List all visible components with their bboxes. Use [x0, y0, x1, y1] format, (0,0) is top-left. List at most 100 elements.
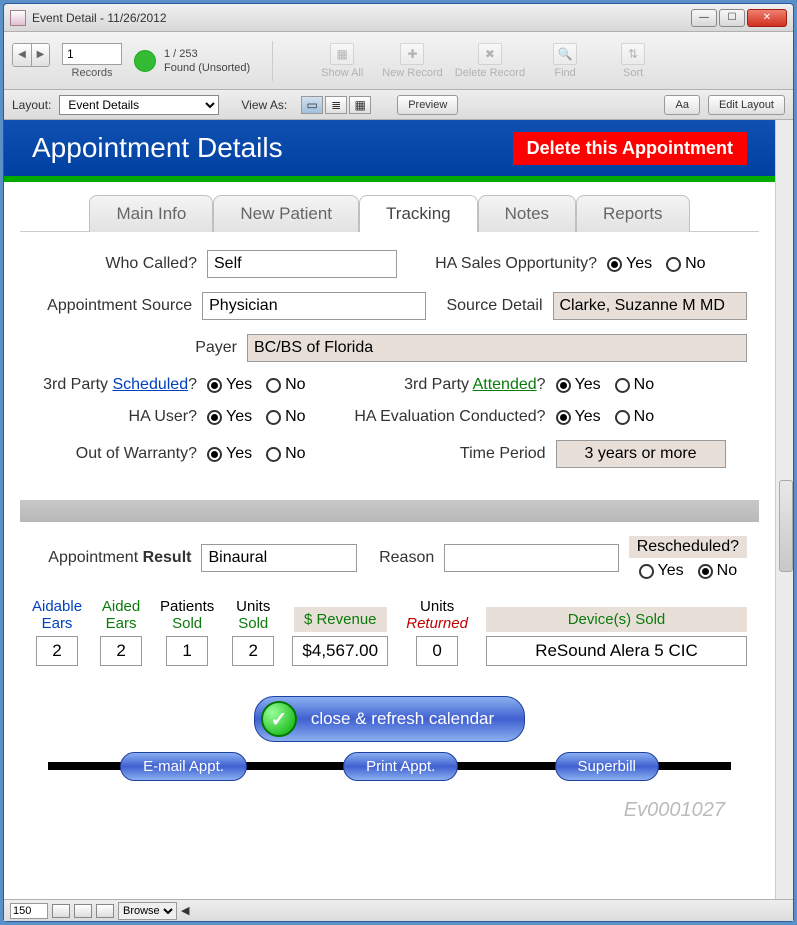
maximize-button[interactable]: ☐ [719, 9, 745, 27]
page-header: Appointment Details Delete this Appointm… [4, 120, 775, 176]
close-refresh-button[interactable]: ✓ close & refresh calendar [254, 696, 525, 742]
superbill-button[interactable]: Superbill [555, 752, 659, 781]
layout-toolbar: Layout: Event Details View As: ▭ ≣ ▦ Pre… [4, 90, 793, 120]
appt-source-field[interactable]: Physician [202, 292, 426, 320]
zoom-input[interactable] [10, 903, 48, 919]
new-record-button[interactable]: ✚ New Record [382, 43, 443, 79]
ha-eval-no[interactable]: No [615, 408, 654, 426]
result-panel: Appointment Result Binaural Reason Resch… [20, 522, 759, 838]
delete-record-button[interactable]: ✖ Delete Record [455, 43, 525, 79]
pie-status-icon [134, 50, 156, 72]
app-icon [10, 10, 26, 26]
sort-icon: ⇅ [621, 43, 645, 65]
tab-notes[interactable]: Notes [478, 195, 576, 232]
aidable-ears-value: 2 [36, 636, 78, 666]
units-returned-value: 0 [416, 636, 458, 666]
rescheduled-radio: Yes No [629, 562, 747, 580]
ha-sales-yes[interactable]: Yes [607, 255, 652, 273]
status-bar: Browse ◀ [4, 899, 793, 921]
attended-link[interactable]: Attended [473, 376, 537, 393]
mode-select[interactable]: Browse [118, 902, 177, 920]
find-icon: 🔍 [553, 43, 577, 65]
view-form-button[interactable]: ▭ [301, 96, 323, 114]
email-appt-button[interactable]: E-mail Appt. [120, 752, 247, 781]
time-period-label: Time Period [316, 445, 546, 463]
warranty-radio: Yes No [207, 445, 306, 463]
layout-select[interactable]: Event Details [59, 95, 219, 115]
print-appt-button[interactable]: Print Appt. [343, 752, 458, 781]
aided-ears-value: 2 [100, 636, 142, 666]
scheduled-no[interactable]: No [266, 376, 305, 394]
stats-row: AidableEars 2 AidedEars 2 PatientsSold 1… [32, 598, 747, 666]
ha-user-radio: Yes No [207, 408, 306, 426]
ha-eval-yes[interactable]: Yes [556, 408, 601, 426]
third-party-scheduled-radio: Yes No [207, 376, 306, 394]
rescheduled-label: Rescheduled? [629, 536, 747, 558]
titlebar: Event Detail - 11/26/2012 — ☐ ✕ [4, 4, 793, 32]
tab-main-info[interactable]: Main Info [89, 195, 213, 232]
devices-sold-label: Device(s) Sold [486, 607, 747, 632]
rescheduled-no[interactable]: No [698, 562, 737, 580]
payer-field[interactable]: BC/BS of Florida [247, 334, 747, 362]
units-sold-label: UnitsSold [236, 598, 270, 632]
view-table-button[interactable]: ▦ [349, 96, 371, 114]
reason-field[interactable] [444, 544, 618, 572]
hscroll-arrow-left[interactable]: ◀ [181, 904, 189, 917]
tab-reports[interactable]: Reports [576, 195, 690, 232]
source-detail-field[interactable]: Clarke, Suzanne M MD [553, 292, 748, 320]
tab-tracking[interactable]: Tracking [359, 195, 478, 232]
delete-appointment-button[interactable]: Delete this Appointment [513, 132, 747, 165]
aidable-ears-label: AidableEars [32, 598, 82, 632]
ha-user-no[interactable]: No [266, 408, 305, 426]
reason-label: Reason [367, 549, 435, 567]
next-record-button[interactable]: ▶ [31, 44, 49, 66]
status-icon-2[interactable] [74, 904, 92, 918]
scheduled-link[interactable]: Scheduled [112, 376, 188, 393]
status-icon-1[interactable] [52, 904, 70, 918]
scheduled-yes[interactable]: Yes [207, 376, 252, 394]
accent-divider [4, 176, 775, 182]
rescheduled-yes[interactable]: Yes [639, 562, 684, 580]
source-detail-label: Source Detail [436, 297, 543, 315]
third-party-scheduled-label: 3rd Party Scheduled? [32, 376, 197, 394]
units-sold-value: 2 [232, 636, 274, 666]
records-label: Records [72, 67, 113, 79]
tab-new-patient[interactable]: New Patient [213, 195, 359, 232]
ha-sales-radio-group: Yes No [607, 255, 706, 273]
edit-layout-button[interactable]: Edit Layout [708, 95, 785, 115]
tracking-panel: Who Called? Self HA Sales Opportunity? Y… [20, 231, 759, 492]
time-period-field[interactable]: 3 years or more [556, 440, 726, 468]
ha-sales-no[interactable]: No [666, 255, 705, 273]
find-button[interactable]: 🔍 Find [537, 43, 593, 79]
attended-no[interactable]: No [615, 376, 654, 394]
check-icon: ✓ [261, 701, 297, 737]
record-number-input[interactable] [62, 43, 122, 65]
new-record-icon: ✚ [400, 43, 424, 65]
close-window-button[interactable]: ✕ [747, 9, 787, 27]
status-icon-3[interactable] [96, 904, 114, 918]
warranty-yes[interactable]: Yes [207, 445, 252, 463]
view-list-button[interactable]: ≣ [325, 96, 347, 114]
preview-button[interactable]: Preview [397, 95, 458, 115]
format-button[interactable]: Aa [664, 95, 699, 115]
warranty-no[interactable]: No [266, 445, 305, 463]
sort-button[interactable]: ⇅ Sort [605, 43, 661, 79]
page-title: Appointment Details [32, 132, 283, 164]
ha-user-label: HA User? [32, 408, 197, 426]
who-called-label: Who Called? [32, 255, 197, 273]
show-all-button[interactable]: ▦ Show All [314, 43, 370, 79]
ha-user-yes[interactable]: Yes [207, 408, 252, 426]
appt-result-field[interactable]: Binaural [201, 544, 356, 572]
delete-record-icon: ✖ [478, 43, 502, 65]
record-toolbar: ◀ ▶ Records 1 / 253 Found (Unsorted) ▦ S… [4, 32, 793, 90]
who-called-field[interactable]: Self [207, 250, 397, 278]
attended-yes[interactable]: Yes [556, 376, 601, 394]
section-divider [20, 500, 759, 522]
third-party-attended-label: 3rd Party Attended? [316, 376, 546, 394]
appt-source-label: Appointment Source [32, 297, 192, 315]
units-returned-label: UnitsReturned [406, 598, 468, 632]
vertical-scrollbar[interactable] [775, 120, 793, 899]
devices-sold-value: ReSound Alera 5 CIC [486, 636, 747, 666]
prev-record-button[interactable]: ◀ [13, 44, 31, 66]
minimize-button[interactable]: — [691, 9, 717, 27]
